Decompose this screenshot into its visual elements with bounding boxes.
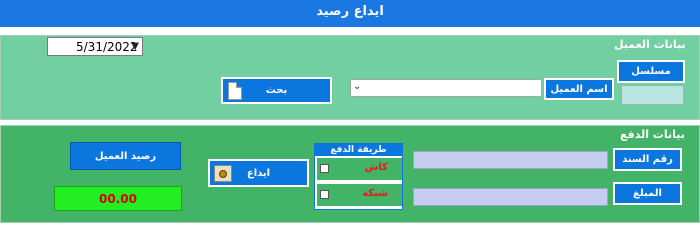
date-value: 5/31/2022 <box>76 39 138 54</box>
payment-method-label: طريقة الدفع <box>315 144 402 156</box>
cash-option[interactable]: كاش <box>317 158 402 180</box>
serial-field[interactable] <box>621 85 684 105</box>
receipt-number-field[interactable] <box>413 151 608 169</box>
cash-label: كاش <box>364 162 388 173</box>
client-name-combo[interactable]: ⌄ <box>350 79 542 97</box>
title-bar: ايداع رصيد <box>0 0 700 27</box>
document-icon <box>228 82 242 100</box>
deposit-button[interactable]: ايداع <box>208 159 309 187</box>
window-title: ايداع رصيد <box>316 4 384 19</box>
search-button[interactable]: بحث <box>221 77 332 104</box>
client-balance-value: 00.00 <box>54 186 182 211</box>
network-option[interactable]: شبكة <box>317 184 402 206</box>
deposit-button-label: ايداع <box>246 167 271 179</box>
chevron-down-icon[interactable]: ⌄ <box>353 81 361 92</box>
client-name-label: اسم العميل <box>544 78 614 100</box>
network-checkbox[interactable] <box>320 190 329 199</box>
receipt-number-label: رقم السند <box>613 148 682 171</box>
client-balance-button[interactable]: رصيد العميل <box>70 142 181 170</box>
coin-icon <box>214 165 232 182</box>
search-button-label: بحث <box>265 85 288 96</box>
watermark-logo <box>512 180 700 210</box>
client-section-label: بيانات العميل <box>614 38 686 51</box>
payment-section-label: بيانات الدفع <box>620 128 685 141</box>
cash-checkbox[interactable] <box>320 164 329 173</box>
chevron-down-icon[interactable]: ▼ <box>131 41 139 52</box>
payment-method-box: طريقة الدفع كاش شبكة <box>314 143 403 210</box>
serial-label: مسلسل <box>617 60 685 83</box>
date-picker[interactable]: 5/31/2022 ▼ <box>47 37 143 56</box>
network-label: شبكة <box>362 188 388 199</box>
